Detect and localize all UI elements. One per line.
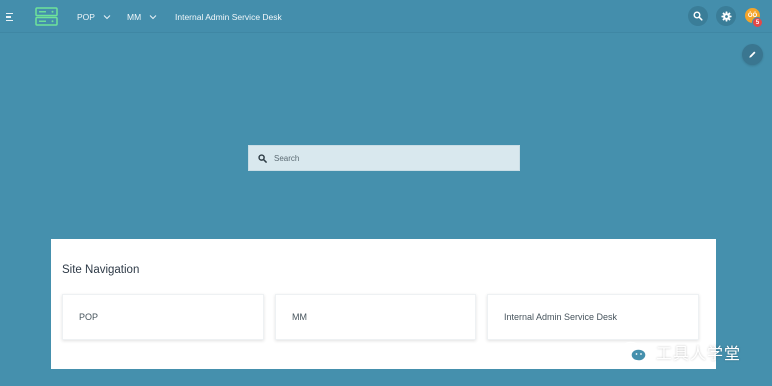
site-card-label: MM xyxy=(292,312,307,322)
site-navigation-panel: Site Navigation POP MM Internal Admin Se… xyxy=(51,239,716,369)
search-button[interactable] xyxy=(688,6,708,26)
settings-button[interactable] xyxy=(716,6,736,26)
hamburger-icon xyxy=(6,12,13,15)
notification-badge: 5 xyxy=(752,17,763,28)
server-rack-icon[interactable] xyxy=(35,7,58,26)
search-input[interactable] xyxy=(274,146,514,170)
nav-item-label: Internal Admin Service Desk xyxy=(175,11,282,22)
search-icon xyxy=(258,154,267,163)
search-icon xyxy=(693,11,703,21)
site-navigation-title: Site Navigation xyxy=(62,264,140,276)
watermark-text: 工具人学堂 xyxy=(656,344,742,363)
site-card-label: POP xyxy=(79,312,99,322)
site-card-pop[interactable]: POP xyxy=(62,294,264,340)
top-navigation-bar: POP MM Internal Admin Service Desk ÒÓ 5 xyxy=(0,0,772,33)
nav-item-mm[interactable]: MM xyxy=(127,0,157,33)
pencil-icon xyxy=(749,51,756,58)
edit-page-button[interactable] xyxy=(742,44,763,65)
site-card-mm[interactable]: MM xyxy=(275,294,476,340)
chevron-down-icon xyxy=(103,14,111,19)
search-field[interactable] xyxy=(248,145,520,171)
hamburger-menu-button[interactable] xyxy=(6,9,22,25)
gear-icon xyxy=(720,10,732,22)
nav-item-pop[interactable]: POP xyxy=(77,0,111,33)
nav-item-label: MM xyxy=(127,11,142,22)
watermark: 工具人学堂 xyxy=(620,340,770,364)
site-card-internal-admin-service-desk[interactable]: Internal Admin Service Desk xyxy=(487,294,699,340)
chevron-down-icon xyxy=(149,14,157,19)
site-card-label: Internal Admin Service Desk xyxy=(504,312,618,322)
nav-item-label: POP xyxy=(77,11,95,22)
nav-item-internal-admin-service-desk[interactable]: Internal Admin Service Desk xyxy=(175,0,282,33)
wechat-icon xyxy=(620,341,647,362)
